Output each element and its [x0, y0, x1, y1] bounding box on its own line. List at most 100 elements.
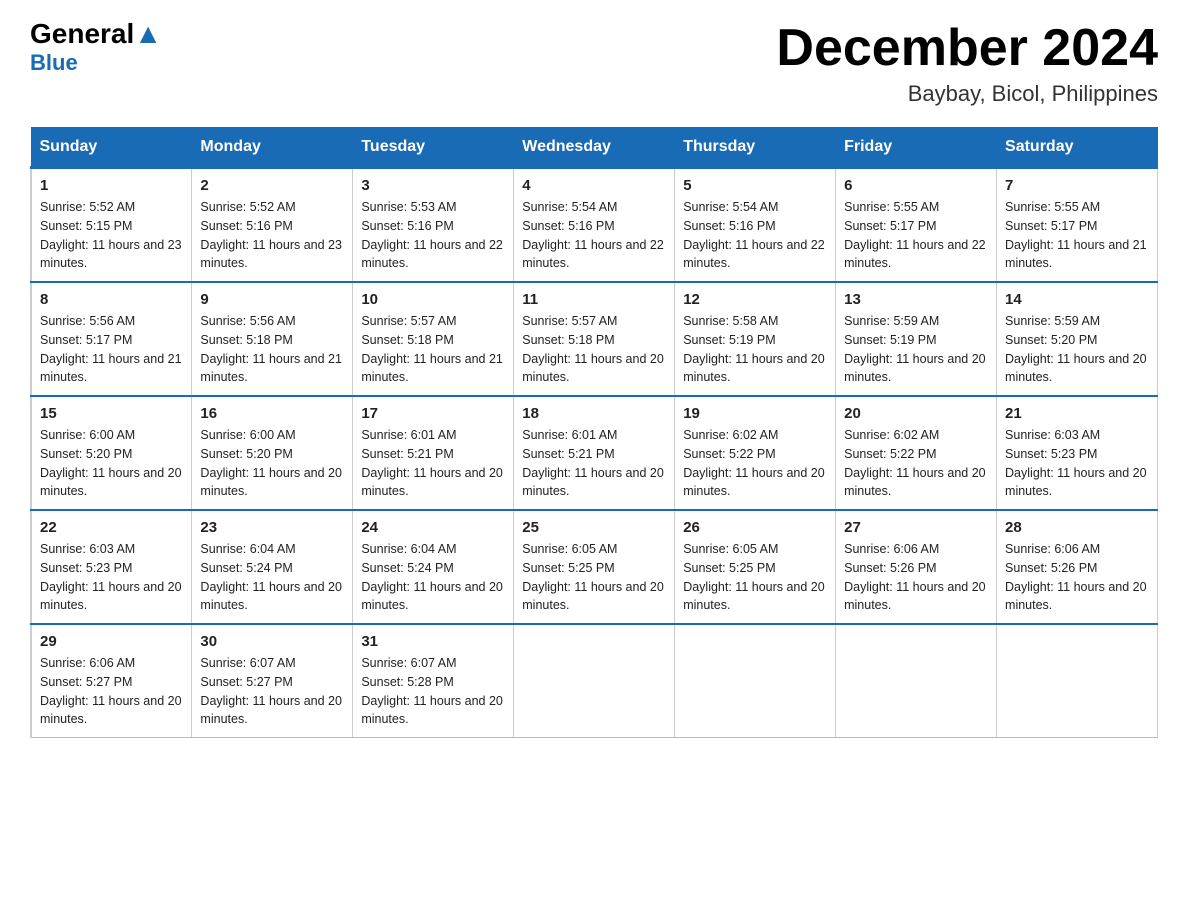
title-block: December 2024 Baybay, Bicol, Philippines: [776, 20, 1158, 107]
day-number: 25: [522, 519, 666, 536]
calendar-header-tuesday: Tuesday: [353, 128, 514, 168]
calendar-cell: [836, 624, 997, 738]
day-number: 19: [683, 405, 827, 422]
day-number: 2: [200, 177, 344, 194]
calendar-cell: 28 Sunrise: 6:06 AM Sunset: 5:26 PM Dayl…: [997, 510, 1158, 624]
calendar-header-wednesday: Wednesday: [514, 128, 675, 168]
day-number: 1: [40, 177, 183, 194]
day-info: Sunrise: 6:00 AM Sunset: 5:20 PM Dayligh…: [40, 426, 183, 501]
day-info: Sunrise: 6:06 AM Sunset: 5:26 PM Dayligh…: [1005, 540, 1149, 615]
day-number: 27: [844, 519, 988, 536]
calendar-cell: 10 Sunrise: 5:57 AM Sunset: 5:18 PM Dayl…: [353, 282, 514, 396]
day-info: Sunrise: 5:55 AM Sunset: 5:17 PM Dayligh…: [1005, 198, 1149, 273]
main-title: December 2024: [776, 20, 1158, 77]
day-info: Sunrise: 5:54 AM Sunset: 5:16 PM Dayligh…: [522, 198, 666, 273]
calendar-header-thursday: Thursday: [675, 128, 836, 168]
day-number: 16: [200, 405, 344, 422]
day-info: Sunrise: 5:57 AM Sunset: 5:18 PM Dayligh…: [522, 312, 666, 387]
calendar-week-row: 22 Sunrise: 6:03 AM Sunset: 5:23 PM Dayl…: [31, 510, 1158, 624]
calendar-cell: 24 Sunrise: 6:04 AM Sunset: 5:24 PM Dayl…: [353, 510, 514, 624]
day-info: Sunrise: 5:58 AM Sunset: 5:19 PM Dayligh…: [683, 312, 827, 387]
calendar-cell: 21 Sunrise: 6:03 AM Sunset: 5:23 PM Dayl…: [997, 396, 1158, 510]
calendar-cell: 20 Sunrise: 6:02 AM Sunset: 5:22 PM Dayl…: [836, 396, 997, 510]
calendar-table: SundayMondayTuesdayWednesdayThursdayFrid…: [30, 127, 1158, 738]
day-number: 17: [361, 405, 505, 422]
calendar-cell: 18 Sunrise: 6:01 AM Sunset: 5:21 PM Dayl…: [514, 396, 675, 510]
day-info: Sunrise: 6:06 AM Sunset: 5:26 PM Dayligh…: [844, 540, 988, 615]
calendar-cell: 17 Sunrise: 6:01 AM Sunset: 5:21 PM Dayl…: [353, 396, 514, 510]
day-info: Sunrise: 5:56 AM Sunset: 5:18 PM Dayligh…: [200, 312, 344, 387]
day-info: Sunrise: 5:55 AM Sunset: 5:17 PM Dayligh…: [844, 198, 988, 273]
day-info: Sunrise: 5:59 AM Sunset: 5:20 PM Dayligh…: [1005, 312, 1149, 387]
day-number: 12: [683, 291, 827, 308]
calendar-week-row: 29 Sunrise: 6:06 AM Sunset: 5:27 PM Dayl…: [31, 624, 1158, 738]
calendar-cell: 13 Sunrise: 5:59 AM Sunset: 5:19 PM Dayl…: [836, 282, 997, 396]
page-header: General▲ Blue December 2024 Baybay, Bico…: [30, 20, 1158, 107]
day-number: 6: [844, 177, 988, 194]
calendar-cell: 23 Sunrise: 6:04 AM Sunset: 5:24 PM Dayl…: [192, 510, 353, 624]
day-number: 29: [40, 633, 183, 650]
calendar-week-row: 15 Sunrise: 6:00 AM Sunset: 5:20 PM Dayl…: [31, 396, 1158, 510]
day-info: Sunrise: 6:05 AM Sunset: 5:25 PM Dayligh…: [683, 540, 827, 615]
day-number: 15: [40, 405, 183, 422]
day-info: Sunrise: 5:56 AM Sunset: 5:17 PM Dayligh…: [40, 312, 183, 387]
calendar-cell: 19 Sunrise: 6:02 AM Sunset: 5:22 PM Dayl…: [675, 396, 836, 510]
calendar-cell: 2 Sunrise: 5:52 AM Sunset: 5:16 PM Dayli…: [192, 168, 353, 283]
calendar-cell: 4 Sunrise: 5:54 AM Sunset: 5:16 PM Dayli…: [514, 168, 675, 283]
day-number: 24: [361, 519, 505, 536]
calendar-cell: 22 Sunrise: 6:03 AM Sunset: 5:23 PM Dayl…: [31, 510, 192, 624]
day-number: 23: [200, 519, 344, 536]
logo: General▲ Blue: [30, 20, 162, 76]
calendar-header-row: SundayMondayTuesdayWednesdayThursdayFrid…: [31, 128, 1158, 168]
calendar-header-monday: Monday: [192, 128, 353, 168]
day-number: 28: [1005, 519, 1149, 536]
calendar-cell: 14 Sunrise: 5:59 AM Sunset: 5:20 PM Dayl…: [997, 282, 1158, 396]
day-number: 31: [361, 633, 505, 650]
day-number: 13: [844, 291, 988, 308]
calendar-cell: 30 Sunrise: 6:07 AM Sunset: 5:27 PM Dayl…: [192, 624, 353, 738]
day-info: Sunrise: 6:04 AM Sunset: 5:24 PM Dayligh…: [200, 540, 344, 615]
logo-triangle-icon: ▲: [134, 18, 162, 49]
day-info: Sunrise: 6:02 AM Sunset: 5:22 PM Dayligh…: [844, 426, 988, 501]
calendar-week-row: 1 Sunrise: 5:52 AM Sunset: 5:15 PM Dayli…: [31, 168, 1158, 283]
day-number: 8: [40, 291, 183, 308]
day-number: 11: [522, 291, 666, 308]
calendar-cell: [997, 624, 1158, 738]
calendar-cell: 25 Sunrise: 6:05 AM Sunset: 5:25 PM Dayl…: [514, 510, 675, 624]
day-number: 22: [40, 519, 183, 536]
day-number: 3: [361, 177, 505, 194]
day-info: Sunrise: 6:04 AM Sunset: 5:24 PM Dayligh…: [361, 540, 505, 615]
day-number: 4: [522, 177, 666, 194]
day-info: Sunrise: 5:52 AM Sunset: 5:16 PM Dayligh…: [200, 198, 344, 273]
calendar-cell: 15 Sunrise: 6:00 AM Sunset: 5:20 PM Dayl…: [31, 396, 192, 510]
calendar-week-row: 8 Sunrise: 5:56 AM Sunset: 5:17 PM Dayli…: [31, 282, 1158, 396]
day-number: 14: [1005, 291, 1149, 308]
day-info: Sunrise: 6:07 AM Sunset: 5:27 PM Dayligh…: [200, 654, 344, 729]
day-number: 9: [200, 291, 344, 308]
calendar-header-friday: Friday: [836, 128, 997, 168]
calendar-cell: 5 Sunrise: 5:54 AM Sunset: 5:16 PM Dayli…: [675, 168, 836, 283]
calendar-cell: 31 Sunrise: 6:07 AM Sunset: 5:28 PM Dayl…: [353, 624, 514, 738]
day-info: Sunrise: 6:02 AM Sunset: 5:22 PM Dayligh…: [683, 426, 827, 501]
calendar-cell: 26 Sunrise: 6:05 AM Sunset: 5:25 PM Dayl…: [675, 510, 836, 624]
calendar-cell: 6 Sunrise: 5:55 AM Sunset: 5:17 PM Dayli…: [836, 168, 997, 283]
day-info: Sunrise: 5:57 AM Sunset: 5:18 PM Dayligh…: [361, 312, 505, 387]
day-number: 10: [361, 291, 505, 308]
logo-blue-text: Blue: [30, 50, 78, 76]
day-number: 7: [1005, 177, 1149, 194]
day-info: Sunrise: 5:53 AM Sunset: 5:16 PM Dayligh…: [361, 198, 505, 273]
day-number: 18: [522, 405, 666, 422]
calendar-cell: 12 Sunrise: 5:58 AM Sunset: 5:19 PM Dayl…: [675, 282, 836, 396]
calendar-cell: 16 Sunrise: 6:00 AM Sunset: 5:20 PM Dayl…: [192, 396, 353, 510]
calendar-header-sunday: Sunday: [31, 128, 192, 168]
day-info: Sunrise: 6:01 AM Sunset: 5:21 PM Dayligh…: [361, 426, 505, 501]
day-number: 26: [683, 519, 827, 536]
calendar-header-saturday: Saturday: [997, 128, 1158, 168]
day-info: Sunrise: 5:54 AM Sunset: 5:16 PM Dayligh…: [683, 198, 827, 273]
logo-general: General▲: [30, 20, 162, 48]
day-number: 21: [1005, 405, 1149, 422]
day-number: 5: [683, 177, 827, 194]
day-info: Sunrise: 6:00 AM Sunset: 5:20 PM Dayligh…: [200, 426, 344, 501]
day-info: Sunrise: 5:59 AM Sunset: 5:19 PM Dayligh…: [844, 312, 988, 387]
calendar-cell: [675, 624, 836, 738]
